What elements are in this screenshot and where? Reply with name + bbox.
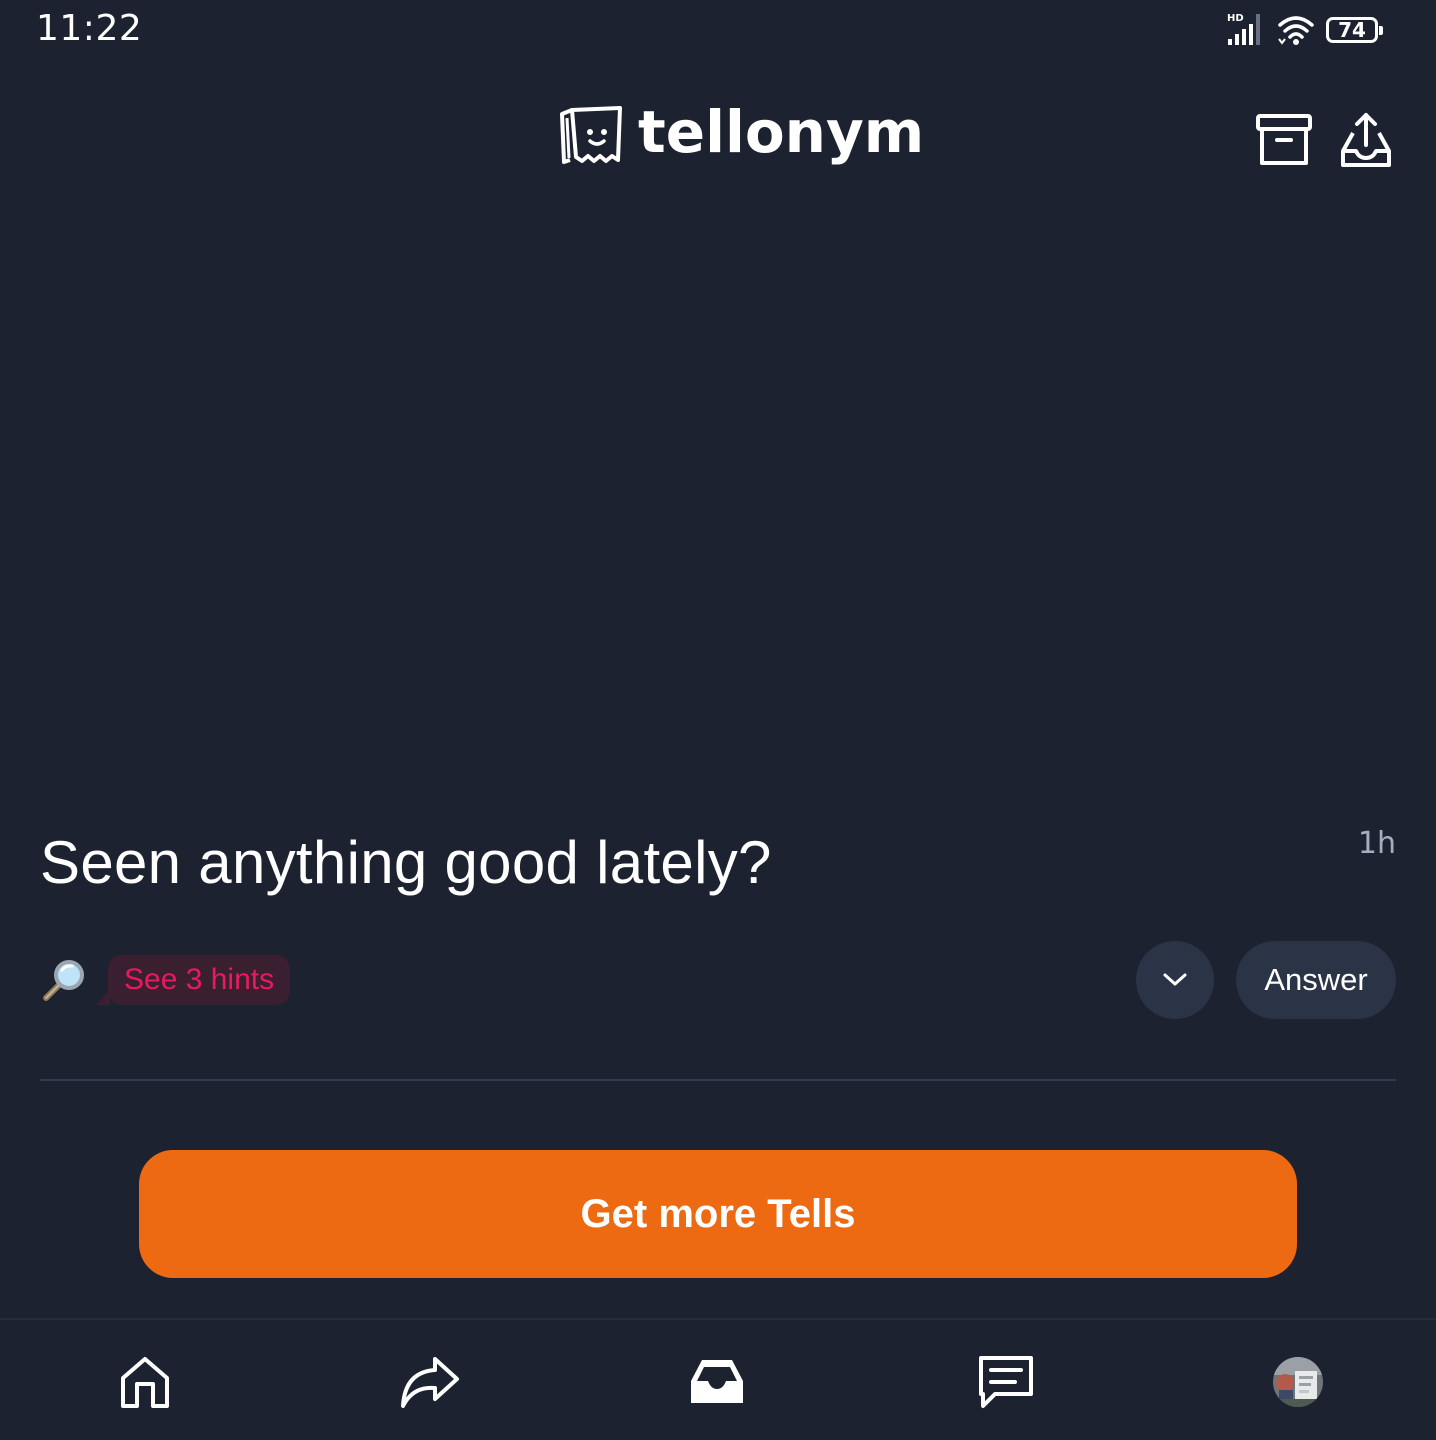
- inbox-icon: [691, 1360, 743, 1403]
- network-label: HD: [1227, 13, 1244, 24]
- battery-indicator: 74: [1326, 17, 1383, 43]
- outbox-icon: [1341, 113, 1391, 167]
- screen: 11:22 HD 74 tellonym Seen anything good …: [0, 0, 1436, 1440]
- expand-button[interactable]: [1136, 941, 1214, 1019]
- nav-inbox[interactable]: [685, 1350, 749, 1414]
- share-icon: [401, 1357, 459, 1408]
- nav-share[interactable]: [398, 1350, 462, 1414]
- battery-level: 74: [1338, 18, 1366, 42]
- bottom-nav: [0, 1318, 1436, 1440]
- chevron-down-icon: [1163, 973, 1187, 986]
- tell-divider: [40, 1079, 1396, 1081]
- logo-icon: [560, 106, 622, 164]
- status-icons: HD 74: [1226, 10, 1383, 50]
- app-logo[interactable]: tellonym: [558, 98, 925, 166]
- answer-label: Answer: [1264, 962, 1368, 997]
- app-header: tellonym: [0, 80, 1436, 200]
- nav-chat[interactable]: [974, 1350, 1038, 1414]
- magnifier-icon: [43, 960, 84, 1001]
- archive-icon: [1256, 114, 1312, 165]
- chat-icon: [979, 1356, 1033, 1408]
- outbox-button[interactable]: [1334, 108, 1398, 172]
- nav-profile[interactable]: [1266, 1350, 1330, 1414]
- status-time: 11:22: [36, 8, 143, 49]
- tell-timestamp: 1h: [1357, 826, 1396, 861]
- see-hints-button[interactable]: See 3 hints: [108, 955, 291, 1005]
- nav-home[interactable]: [113, 1350, 177, 1414]
- home-icon: [121, 1357, 169, 1408]
- app-name: tellonym: [638, 98, 925, 166]
- avatar: [1273, 1357, 1323, 1407]
- get-more-tells-button[interactable]: Get more Tells: [139, 1150, 1297, 1278]
- tell-question: Seen anything good lately?: [40, 829, 772, 896]
- see-hints-label: See 3 hints: [124, 963, 275, 996]
- wifi-icon: [1278, 16, 1314, 45]
- answer-button[interactable]: Answer: [1236, 941, 1396, 1019]
- battery-tip: [1379, 26, 1383, 35]
- signal-icon: HD: [1227, 13, 1260, 45]
- archive-button[interactable]: [1252, 108, 1316, 172]
- get-more-tells-label: Get more Tells: [580, 1191, 856, 1236]
